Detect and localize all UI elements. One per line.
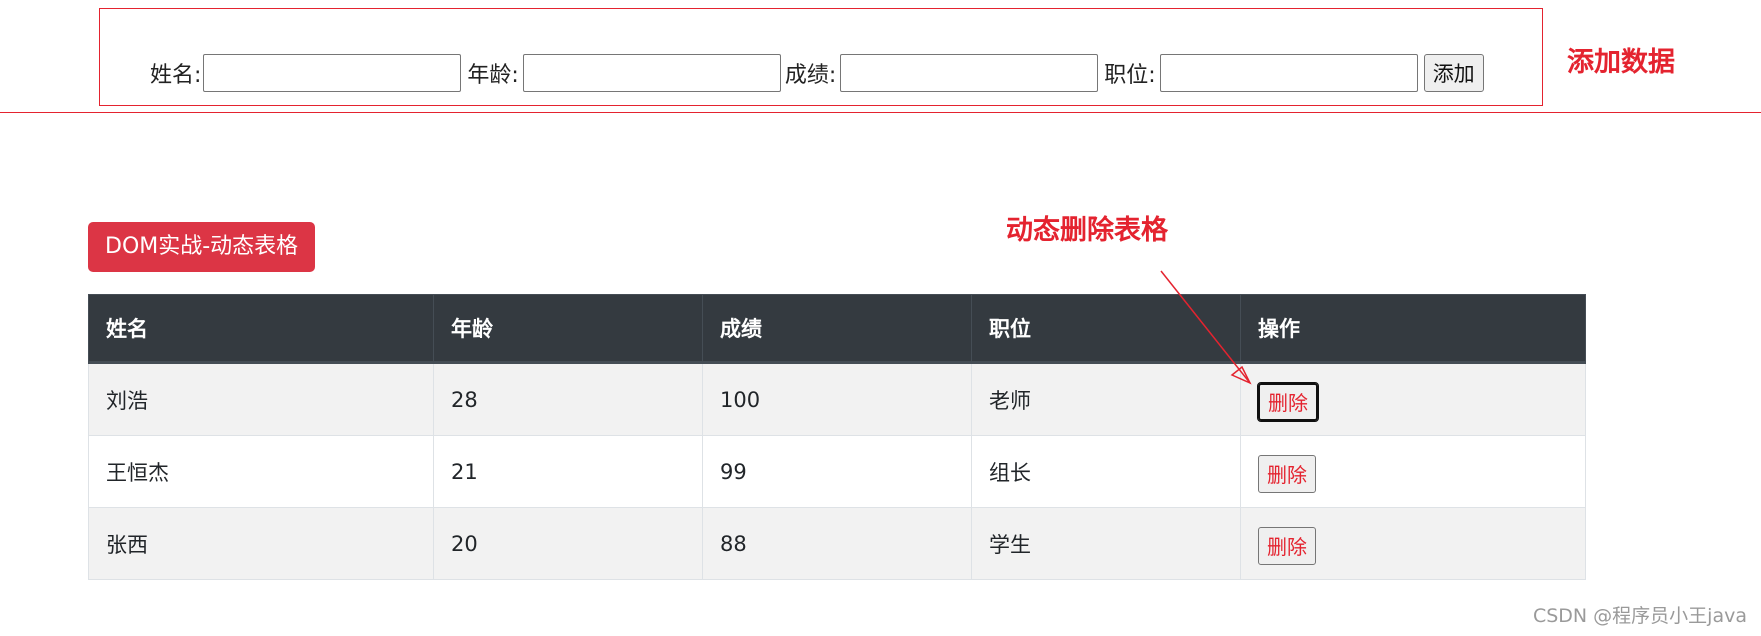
- cell-score: 99: [702, 435, 972, 508]
- annotation-add-data: 添加数据: [1567, 47, 1675, 78]
- cell-score: 100: [702, 362, 972, 436]
- delete-button[interactable]: 删除: [1258, 454, 1316, 493]
- column-header-action: 操作: [1240, 294, 1586, 364]
- score-input[interactable]: [840, 54, 1099, 92]
- table-row: 张西 20 88 学生 删除: [88, 507, 1586, 580]
- cell-action: 删除: [1240, 507, 1586, 580]
- cell-position: 老师: [971, 362, 1241, 436]
- table-row: 王恒杰 21 99 组长 删除: [88, 435, 1586, 508]
- age-input[interactable]: [522, 54, 781, 92]
- column-header-name: 姓名: [88, 294, 434, 364]
- age-label: 年龄:: [467, 63, 519, 88]
- cell-position: 组长: [971, 435, 1241, 508]
- cell-position: 学生: [971, 507, 1241, 580]
- page: 姓名: 年龄: 成绩: 职位: 添加 添加数据 动态删除表格 DOM实战-动态表…: [0, 0, 1761, 636]
- column-header-position: 职位: [971, 294, 1241, 364]
- cell-age: 28: [433, 362, 703, 436]
- name-input[interactable]: [203, 54, 462, 92]
- position-label: 职位:: [1104, 63, 1156, 88]
- cell-score: 88: [702, 507, 972, 580]
- score-label: 成绩:: [784, 63, 837, 88]
- cell-action: 删除: [1240, 362, 1586, 436]
- add-form-box: 姓名: 年龄: 成绩: 职位: 添加: [99, 8, 1543, 106]
- cell-age: 21: [433, 435, 703, 508]
- dynamic-table: 姓名 年龄 成绩 职位 操作 刘浩 28 100 老师 删除 王恒杰 21 99: [88, 294, 1586, 580]
- column-header-score: 成绩: [702, 294, 972, 364]
- name-label: 姓名:: [150, 63, 202, 88]
- cell-age: 20: [433, 507, 703, 580]
- divider: [0, 112, 1761, 113]
- table-row: 刘浩 28 100 老师 删除: [88, 362, 1586, 436]
- delete-button[interactable]: 删除: [1257, 381, 1319, 422]
- page-title-badge: DOM实战-动态表格: [88, 222, 316, 272]
- add-form: 姓名: 年龄: 成绩: 职位: 添加: [100, 51, 1484, 95]
- cell-action: 删除: [1240, 435, 1586, 508]
- position-input[interactable]: [1159, 54, 1418, 92]
- column-header-age: 年龄: [433, 294, 703, 364]
- delete-button[interactable]: 删除: [1258, 526, 1316, 565]
- annotation-delete-row: 动态删除表格: [1006, 215, 1168, 246]
- cell-name: 王恒杰: [88, 435, 434, 508]
- cell-name: 刘浩: [88, 362, 434, 436]
- add-button[interactable]: 添加: [1423, 54, 1484, 92]
- table-header-row: 姓名 年龄 成绩 职位 操作: [88, 294, 1586, 364]
- cell-name: 张西: [88, 507, 434, 580]
- watermark: CSDN @程序员小王java: [1532, 605, 1747, 627]
